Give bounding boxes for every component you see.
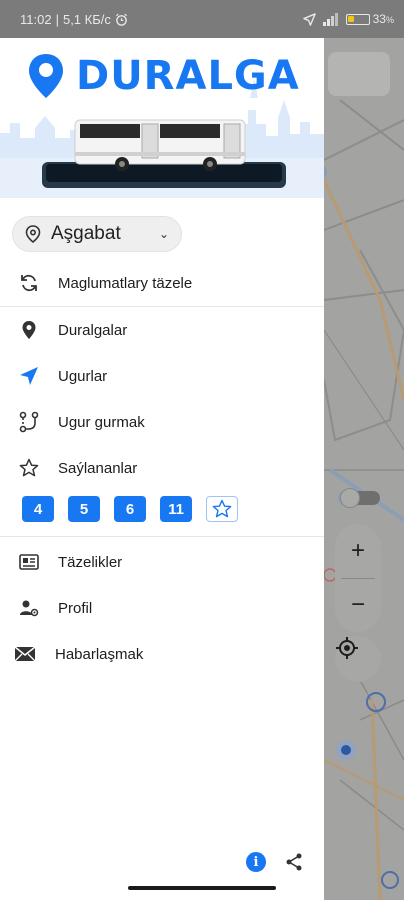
newspaper-icon xyxy=(18,551,40,573)
favorite-route-badge[interactable]: 4 xyxy=(22,496,54,522)
battery-fill xyxy=(347,15,354,22)
menu-item-favorites[interactable]: Saýlananlar xyxy=(0,445,324,491)
zoom-controls: + − xyxy=(335,524,381,632)
map-search-bar[interactable] xyxy=(328,52,390,96)
navigation-arrow-icon xyxy=(18,365,40,387)
star-outline-icon xyxy=(18,457,40,479)
city-name: Aşgabat xyxy=(51,223,121,244)
star-outline-icon xyxy=(212,499,232,518)
location-arrow-icon xyxy=(302,12,316,26)
app-name: DURALGA xyxy=(76,53,300,99)
favorite-route-badge[interactable]: 5 xyxy=(68,496,100,522)
favorite-route-badge[interactable]: 6 xyxy=(114,496,146,522)
menu-item-refresh[interactable]: Maglumatlary täzele xyxy=(0,260,324,306)
menu-label-refresh: Maglumatlary täzele xyxy=(58,274,193,292)
favorite-routes: 4 5 6 11 xyxy=(22,496,238,522)
chevron-down-icon: ⌄ xyxy=(158,227,169,241)
crosshair-icon xyxy=(336,637,358,659)
home-indicator[interactable] xyxy=(128,886,276,890)
navigation-drawer: DURALGA Aşgabat ⌄ Maglumatlary täzele Du… xyxy=(0,38,324,900)
menu-label-build-route: Ugur gurmak xyxy=(58,413,145,431)
favorite-route-badge[interactable]: 11 xyxy=(160,496,192,522)
status-separator: | xyxy=(55,11,59,27)
city-selector[interactable]: Aşgabat ⌄ xyxy=(12,216,182,252)
signal-icon xyxy=(322,12,338,26)
battery-indicator: 33% xyxy=(345,12,394,26)
app-logo: DURALGA xyxy=(26,52,300,100)
location-pin-icon xyxy=(18,319,40,341)
zoom-out-button[interactable]: − xyxy=(335,578,381,632)
my-location-button[interactable] xyxy=(335,636,381,682)
menu-item-news[interactable]: Täzelikler xyxy=(0,539,324,585)
menu-label-contact: Habarlaşmak xyxy=(55,645,144,663)
zoom-in-button[interactable]: + xyxy=(335,524,381,578)
map-layer-toggle[interactable] xyxy=(336,488,380,508)
alarm-icon xyxy=(115,13,127,26)
battery-icon xyxy=(345,13,370,25)
user-settings-icon xyxy=(18,597,40,619)
menu-divider xyxy=(0,536,324,537)
status-time: 11:02 xyxy=(20,11,52,27)
status-bar: 11:02 | 5,1 КБ/с 33% xyxy=(0,0,404,38)
route-icon xyxy=(18,411,40,433)
menu-label-routes: Ugurlar xyxy=(58,367,108,385)
drawer-footer: i xyxy=(246,852,304,872)
menu-item-routes[interactable]: Ugurlar xyxy=(0,353,324,399)
menu-item-build-route[interactable]: Ugur gurmak xyxy=(0,399,324,445)
mail-icon xyxy=(14,643,36,665)
menu-label-favorites: Saýlananlar xyxy=(58,459,138,477)
menu-item-contact[interactable]: Habarlaşmak xyxy=(0,631,324,677)
menu-item-profile[interactable]: Profil xyxy=(0,585,324,631)
menu-item-stops[interactable]: Duralgalar xyxy=(0,307,324,353)
bus-on-phone-illustration xyxy=(42,119,286,188)
menu-label-stops: Duralgalar xyxy=(58,321,128,339)
location-pin-outline-icon xyxy=(25,225,41,243)
battery-percent: 33% xyxy=(372,12,394,26)
add-favorite-button[interactable] xyxy=(206,496,238,522)
menu-label-profile: Profil xyxy=(58,599,93,617)
toggle-knob xyxy=(340,488,360,508)
refresh-icon xyxy=(18,272,40,294)
share-icon[interactable] xyxy=(284,852,304,872)
status-network-speed: 5,1 КБ/с xyxy=(62,11,111,27)
info-icon[interactable]: i xyxy=(246,852,266,872)
location-pin-logo-icon xyxy=(29,54,63,98)
drawer-header: DURALGA xyxy=(0,38,324,198)
menu-label-news: Täzelikler xyxy=(58,553,123,571)
